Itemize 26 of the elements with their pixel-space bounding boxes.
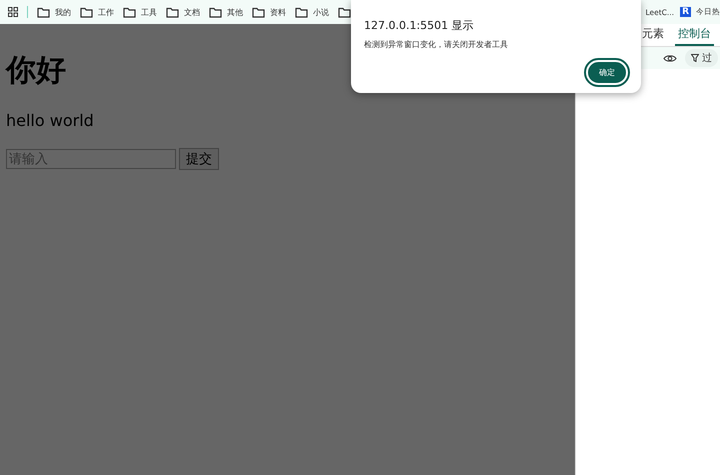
site-logo-icon: R [680,7,691,17]
folder-icon [338,6,351,18]
page-text: hello world [6,111,94,130]
bookmark-folder[interactable]: 资料 [270,6,286,18]
bookmark-folder[interactable]: 工具 [141,6,157,18]
folder-icon [37,6,50,18]
bookmark-folder[interactable]: 工作 [98,6,114,18]
bookmark-folder[interactable]: 我的 [55,6,71,18]
dialog-message: 检测到异常窗口变化，请关闭开发者工具 [364,40,508,49]
folder-icon [209,6,222,18]
ok-button[interactable]: 确定 [586,60,628,85]
folder-icon [252,6,265,18]
bookmark-folder[interactable]: 小说 [313,6,329,18]
page-heading: 你好 [6,52,66,90]
eye-icon[interactable] [663,54,677,62]
folder-icon [80,6,93,18]
devtools-tab[interactable]: 元素 [639,26,667,46]
folder-icon [295,6,308,18]
bookmark-folder[interactable]: 其他 [227,6,243,18]
folder-icon [123,6,136,18]
filter-button[interactable]: 过 [685,49,718,67]
folder-icon [166,6,179,18]
filter-icon [691,54,699,62]
bookmark-folder[interactable]: 文档 [184,6,200,18]
dialog-title: 127.0.0.1:5501 显示 [364,18,474,33]
apps-grid-icon[interactable] [8,7,18,17]
